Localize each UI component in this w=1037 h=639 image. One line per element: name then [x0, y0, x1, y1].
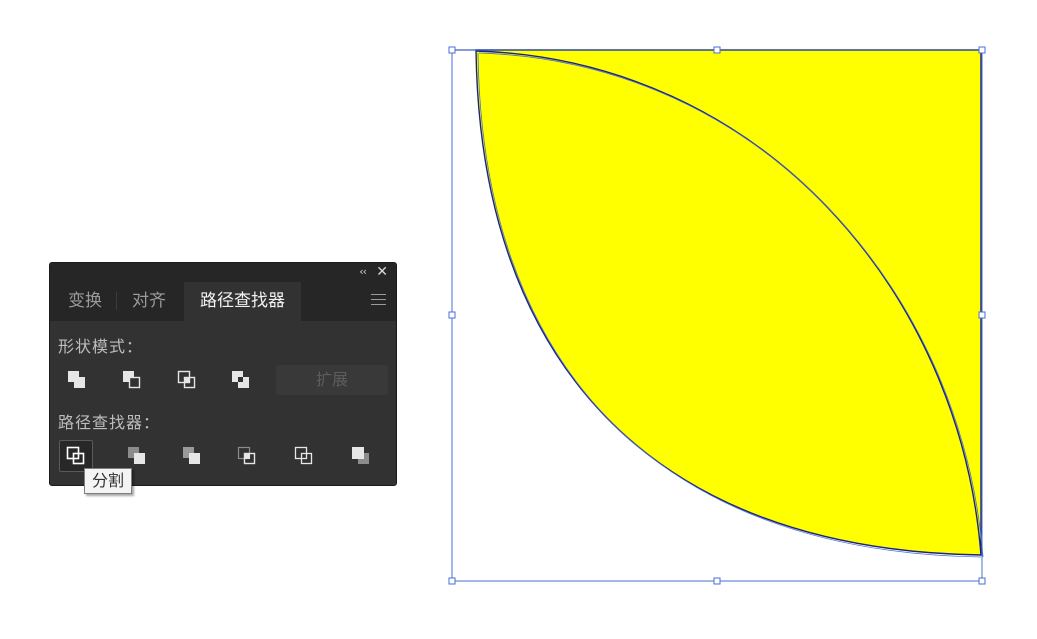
intersect-icon: [177, 370, 196, 389]
handle-middle-left[interactable]: [448, 311, 456, 319]
handle-bottom-right[interactable]: [978, 577, 986, 585]
lens-arc-upper-inner: [478, 52, 984, 558]
exclude-button[interactable]: [224, 364, 258, 396]
handle-top-left[interactable]: [448, 46, 456, 54]
handle-middle-right[interactable]: [978, 311, 986, 319]
divide-icon: [66, 446, 85, 465]
minus-back-icon: [352, 447, 369, 464]
outline-button[interactable]: [287, 440, 321, 472]
minus-back-button[interactable]: [344, 440, 378, 472]
handle-top-right[interactable]: [978, 46, 986, 54]
yellow-fill-region[interactable]: [475, 49, 982, 556]
divide-tooltip: 分割: [84, 468, 132, 494]
handle-bottom-center[interactable]: [713, 577, 721, 585]
selection-bounding-box: [448, 46, 986, 585]
selection-frame: [451, 49, 983, 582]
collapse-panel-icon[interactable]: ‹‹: [359, 264, 367, 280]
minus-front-icon: [123, 371, 141, 389]
intersect-button[interactable]: [170, 364, 204, 396]
crop-button[interactable]: [230, 440, 264, 472]
tab-transform[interactable]: 变换: [55, 282, 115, 321]
handle-top-center[interactable]: [713, 46, 721, 54]
panel-title-bar[interactable]: ‹‹ ✕: [50, 263, 396, 282]
merge-button[interactable]: [175, 440, 209, 472]
tab-pathfinder[interactable]: 路径查找器: [184, 282, 301, 321]
tab-align[interactable]: 对齐: [117, 282, 181, 321]
panel-tabs: 变换 对齐 路径查找器: [50, 282, 396, 321]
shape-modes-label: 形状模式：: [58, 337, 144, 356]
unite-button[interactable]: [60, 364, 94, 396]
trim-icon: [128, 447, 145, 464]
close-panel-icon[interactable]: ✕: [376, 263, 388, 281]
outline-icon: [294, 446, 313, 465]
unite-icon: [68, 371, 85, 388]
panel-menu-icon[interactable]: [371, 294, 386, 309]
lens-arc-upper: [475, 50, 982, 556]
expand-button[interactable]: 扩展: [276, 365, 388, 395]
merge-icon: [183, 447, 200, 464]
minus-front-button[interactable]: [115, 364, 149, 396]
lens-arc-lower-inner: [477, 52, 982, 558]
handle-bottom-left[interactable]: [448, 577, 456, 585]
exclude-icon: [232, 371, 249, 388]
yellow-divided-shape[interactable]: [452, 49, 984, 558]
pathfinders-label: 路径查找器：: [58, 413, 161, 432]
crop-icon: [237, 446, 256, 465]
pathfinder-panel: ‹‹ ✕ 变换 对齐 路径查找器 形状模式： 扩展 路径查找器：: [49, 262, 397, 486]
